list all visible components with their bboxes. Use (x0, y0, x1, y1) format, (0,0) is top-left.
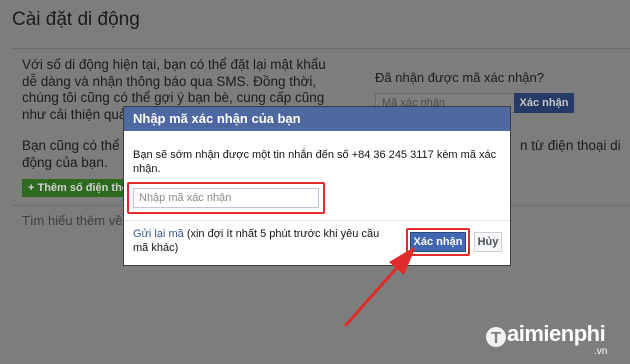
watermark-brand: aimienphi (507, 321, 606, 346)
svg-text:T: T (491, 330, 501, 347)
watermark-suffix: .vn (594, 346, 608, 357)
red-arrow-icon (344, 246, 416, 327)
